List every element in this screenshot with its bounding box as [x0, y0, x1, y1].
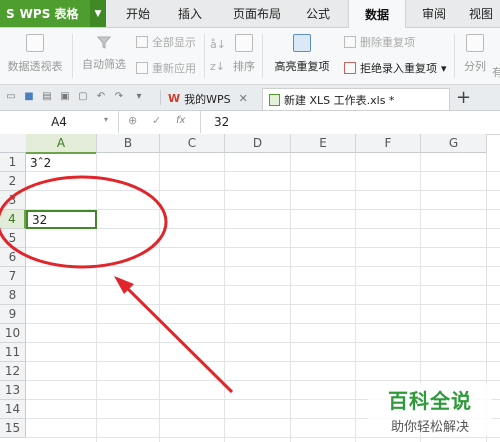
annotation-overlay [0, 175, 234, 394]
watermark-subtitle: 助你轻松解决 [390, 420, 469, 435]
watermark-baike: 百科全说 助你轻松解决 [368, 383, 492, 435]
highlight-ellipse [0, 175, 168, 269]
annotation-arrow-line [120, 281, 234, 394]
watermark-title: 百科全说 [388, 389, 472, 413]
